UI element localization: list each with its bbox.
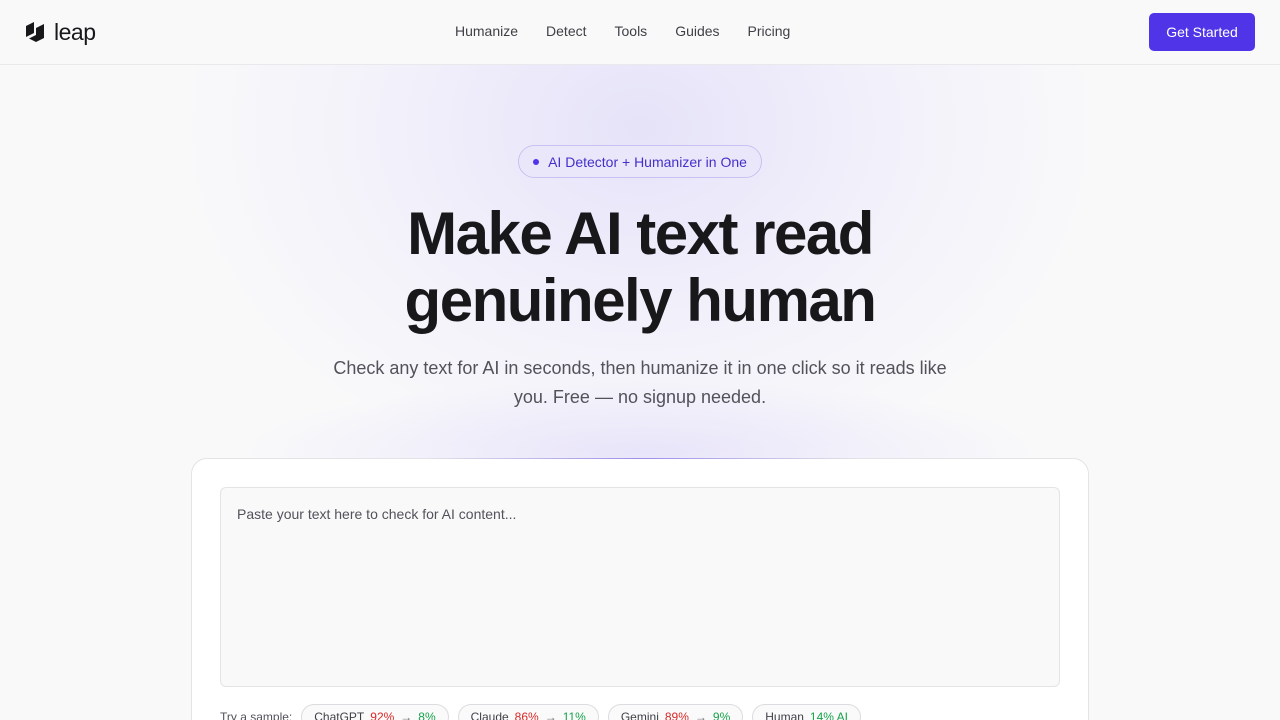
nav-item-humanize[interactable]: Humanize xyxy=(455,22,518,40)
chip-name: Claude xyxy=(470,710,509,720)
sample-row: Try a sample: ChatGPT 92% → 8% Claude 86… xyxy=(220,704,861,720)
headline-line-2: genuinely human xyxy=(404,267,877,334)
leap-logo-icon xyxy=(24,20,48,44)
nav-item-detect[interactable]: Detect xyxy=(546,22,586,40)
chip-human-score: 9% xyxy=(712,710,731,720)
main-nav: Humanize Detect Tools Guides Pricing xyxy=(455,22,818,40)
checker-card: Try a sample: ChatGPT 92% → 8% Claude 86… xyxy=(191,458,1089,720)
nav-item-pricing[interactable]: Pricing xyxy=(748,22,791,40)
brand-name: leap xyxy=(54,19,96,45)
hero-headline: Make AI text read genuinely human xyxy=(0,200,1280,334)
badge-dot-icon xyxy=(533,158,540,165)
chip-name: ChatGPT xyxy=(314,710,365,720)
chip-ai-score: 86% xyxy=(514,710,539,720)
chip-ai-score: 89% xyxy=(664,710,689,720)
arrow-right-icon: → xyxy=(694,710,707,720)
badge-label: AI Detector + Humanizer in One xyxy=(548,153,747,170)
hero-badge: AI Detector + Humanizer in One xyxy=(518,145,762,178)
arrow-right-icon: → xyxy=(400,710,413,720)
chip-human-score: 8% xyxy=(418,710,436,720)
sample-chip-claude[interactable]: Claude 86% → 11% xyxy=(457,704,599,720)
nav-item-guides[interactable]: Guides xyxy=(675,22,719,40)
chip-name: Gemini xyxy=(620,710,659,720)
chip-ai-score: 92% xyxy=(370,710,395,720)
chip-name: Human xyxy=(765,710,804,720)
arrow-right-icon: → xyxy=(544,710,557,720)
sample-chip-chatgpt[interactable]: ChatGPT 92% → 8% xyxy=(301,704,449,720)
sample-chip-gemini[interactable]: Gemini 89% → 9% xyxy=(607,704,744,720)
site-header: leap Humanize Detect Tools Guides Pricin… xyxy=(0,0,1280,65)
samples-label: Try a sample: xyxy=(220,710,293,720)
get-started-button[interactable]: Get Started xyxy=(1149,13,1255,51)
headline-line-1: Make AI text read xyxy=(407,200,874,267)
sample-chip-human[interactable]: Human 14% AI xyxy=(752,704,861,720)
text-input[interactable] xyxy=(220,487,1060,687)
card-accent-line xyxy=(422,458,862,459)
chip-human-score: 11% xyxy=(562,710,586,720)
nav-item-tools[interactable]: Tools xyxy=(615,22,648,40)
hero-subtitle: Check any text for AI in seconds, then h… xyxy=(333,358,947,407)
logo-link[interactable]: leap xyxy=(24,19,96,45)
chip-human-score: 14% AI xyxy=(809,710,848,720)
